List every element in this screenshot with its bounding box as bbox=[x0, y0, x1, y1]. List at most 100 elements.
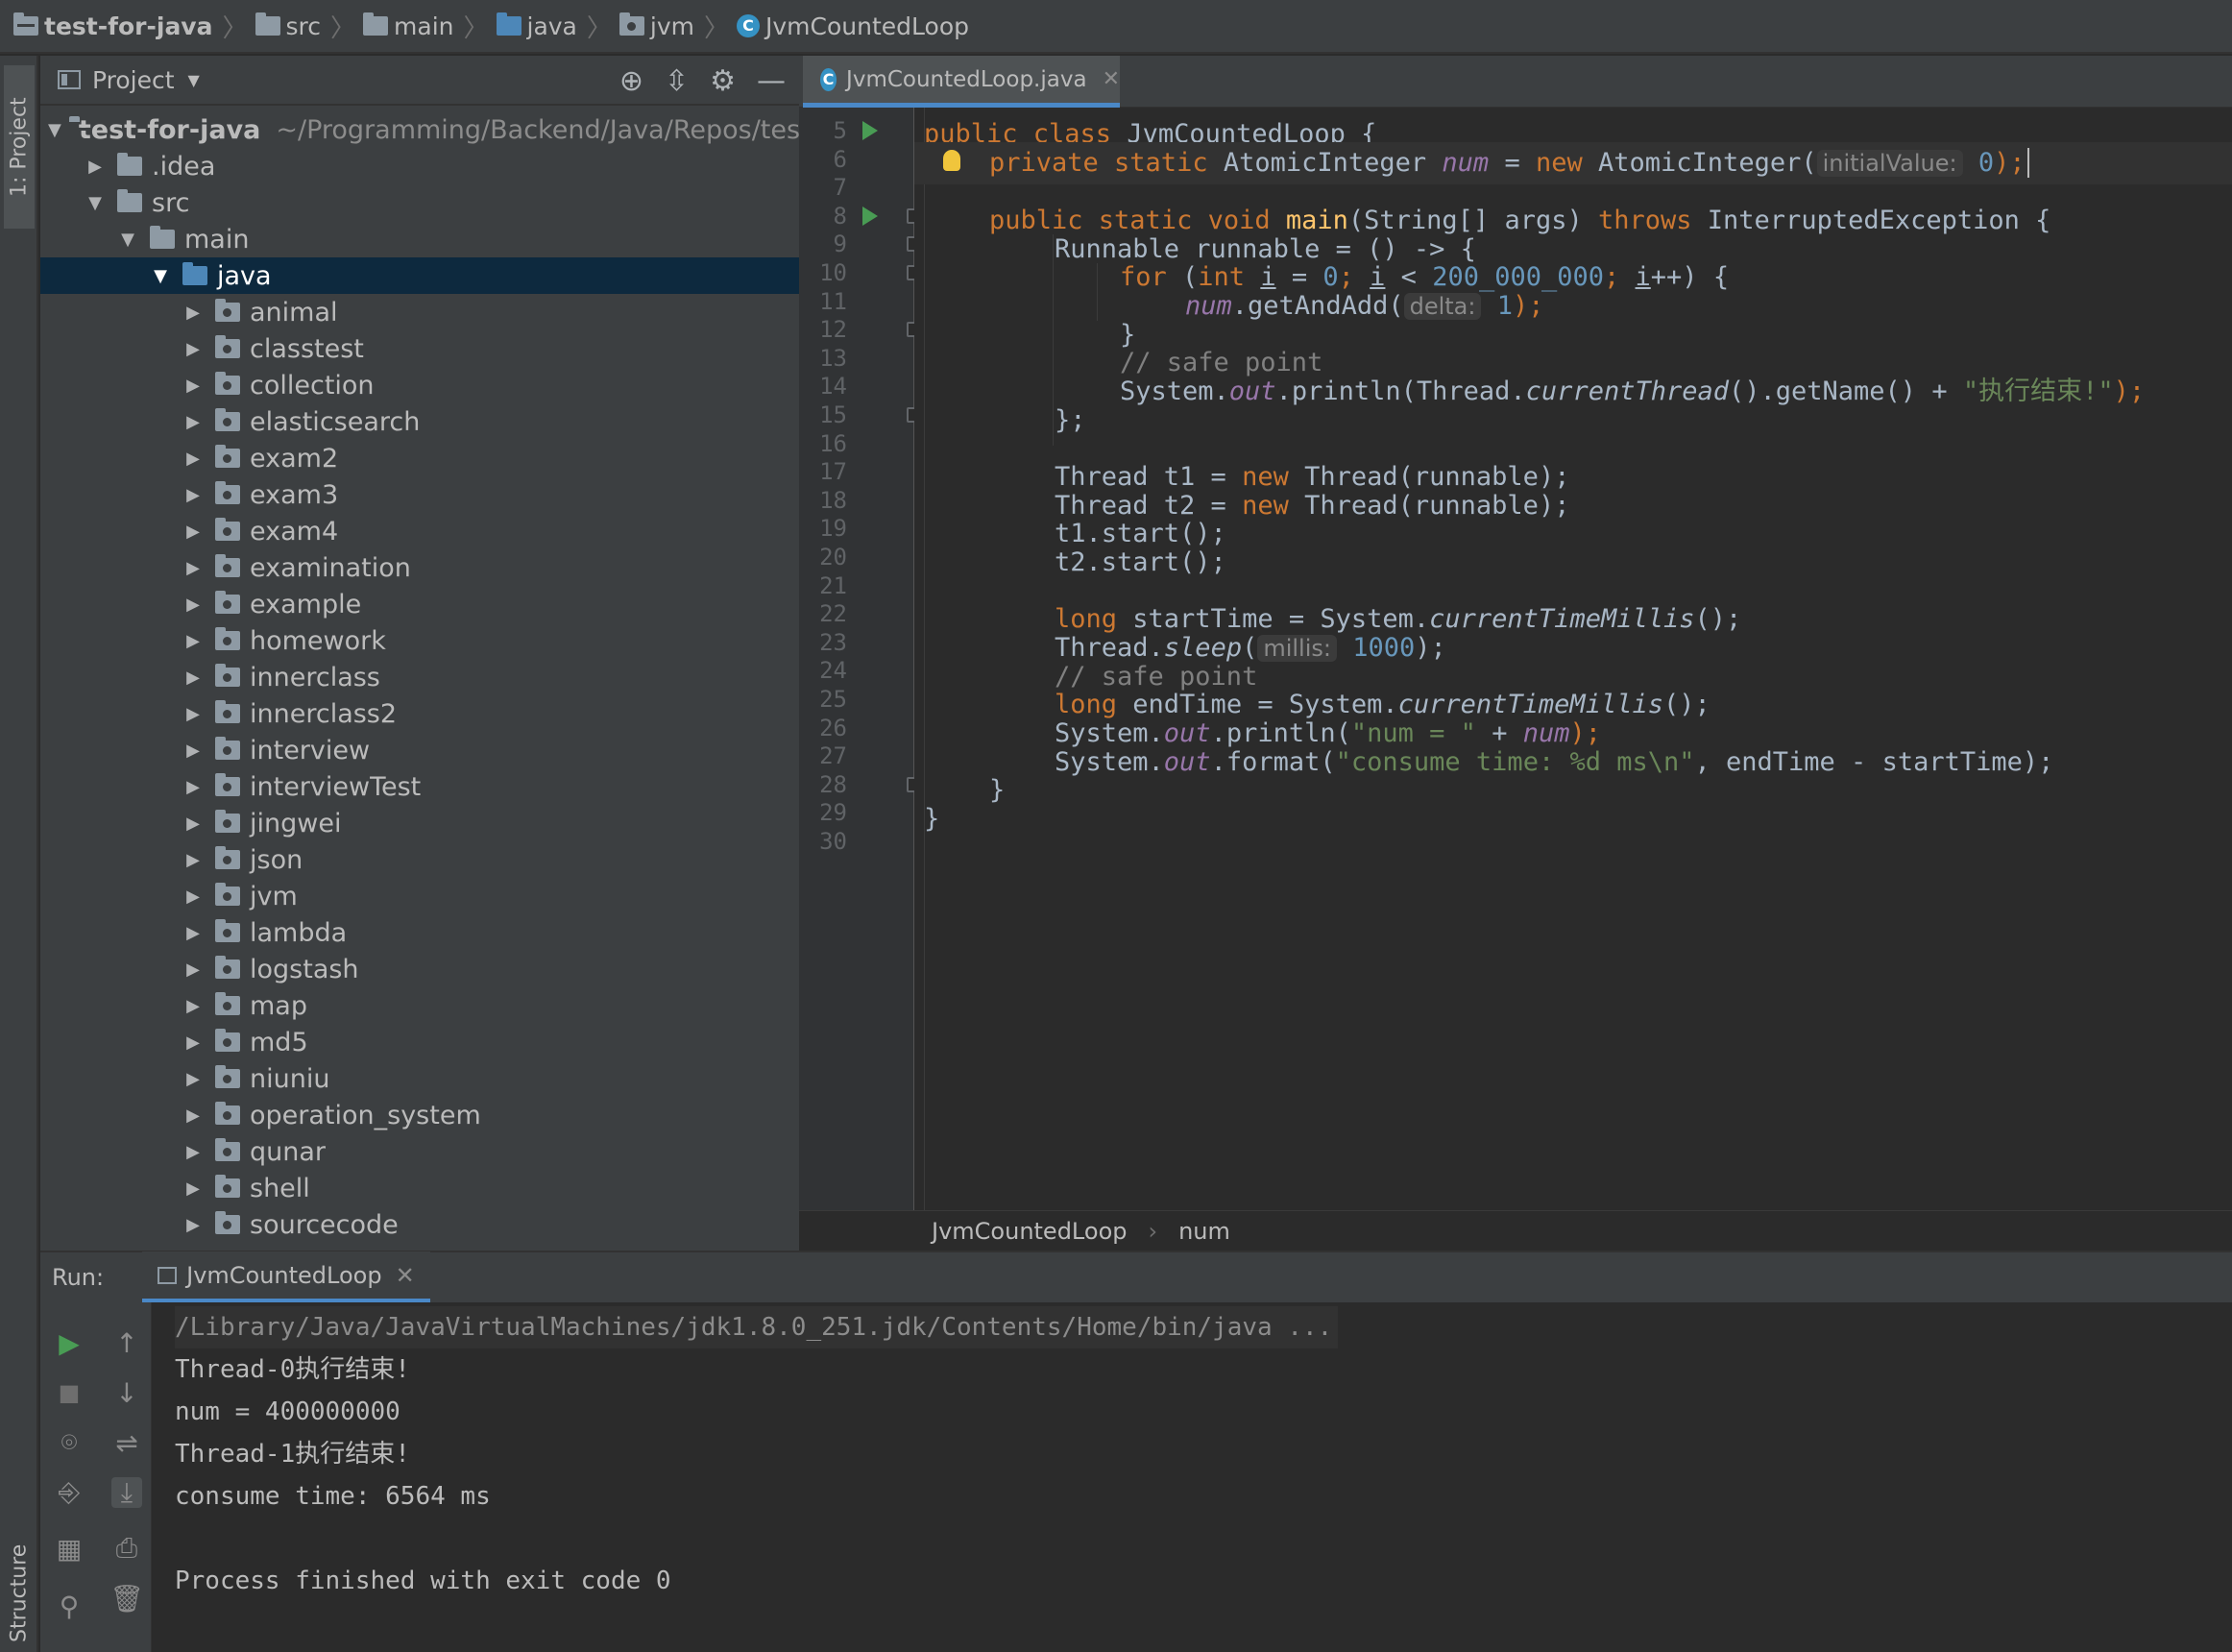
trash-icon[interactable]: 🗑 bbox=[109, 1583, 144, 1615]
editor-breadcrumb-class[interactable]: JvmCountedLoop bbox=[932, 1218, 1127, 1245]
collapsed-arrow-icon[interactable]: ▶ bbox=[179, 1069, 207, 1089]
collapsed-arrow-icon[interactable]: ▶ bbox=[179, 1142, 207, 1162]
tree-item-package[interactable]: ▶ sourcecode bbox=[40, 1206, 799, 1243]
console-output[interactable]: /Library/Java/JavaVirtualMachines/jdk1.8… bbox=[152, 1302, 2232, 1652]
tree-item-java[interactable]: ▼ java bbox=[40, 257, 799, 294]
tree-item-package[interactable]: ▶ map bbox=[40, 987, 799, 1024]
collapsed-arrow-icon[interactable]: ▶ bbox=[179, 522, 207, 542]
tree-item-idea[interactable]: ▶ .idea bbox=[40, 148, 799, 184]
collapsed-arrow-icon[interactable]: ▶ bbox=[179, 412, 207, 432]
collapsed-arrow-icon[interactable]: ▶ bbox=[179, 996, 207, 1016]
collapsed-arrow-icon[interactable]: ▶ bbox=[179, 777, 207, 797]
tree-item-package[interactable]: ▶ exam2 bbox=[40, 440, 799, 476]
tree-item-package[interactable]: ▶ collection bbox=[40, 367, 799, 403]
run-tab-jvmcountedloop[interactable]: JvmCountedLoop ✕ bbox=[142, 1251, 430, 1303]
close-icon[interactable]: ✕ bbox=[396, 1262, 415, 1289]
tree-item-package[interactable]: ▶ md5 bbox=[40, 1024, 799, 1060]
exit-icon[interactable]: ⎆ bbox=[54, 1476, 85, 1508]
locate-file-icon[interactable]: ⊕ bbox=[619, 64, 643, 98]
arrow-up-icon[interactable]: ↑ bbox=[111, 1327, 142, 1359]
collapsed-arrow-icon[interactable]: ▶ bbox=[179, 1105, 207, 1126]
tree-item-package[interactable]: ▶ homework bbox=[40, 622, 799, 659]
breadcrumb-project[interactable]: test-for-java bbox=[13, 12, 212, 40]
breadcrumb-main[interactable]: main bbox=[363, 12, 453, 40]
tree-item-package[interactable]: ▶ exam3 bbox=[40, 476, 799, 513]
code-editor[interactable]: public class JvmCountedLoop { private st… bbox=[914, 108, 2232, 1210]
rerun-icon[interactable]: ▶ bbox=[54, 1327, 85, 1359]
tree-item-package[interactable]: ▶ jvm bbox=[40, 878, 799, 914]
tree-item-package[interactable]: ▶ exam4 bbox=[40, 513, 799, 549]
breadcrumb-src[interactable]: src bbox=[255, 12, 321, 40]
collapsed-arrow-icon[interactable]: ▶ bbox=[179, 960, 207, 980]
stop-icon[interactable]: ■ bbox=[54, 1377, 85, 1408]
breadcrumb-class[interactable]: C JvmCountedLoop bbox=[737, 12, 969, 40]
tree-item-package[interactable]: ▶ jingwei bbox=[40, 805, 799, 841]
collapsed-arrow-icon[interactable]: ▶ bbox=[179, 339, 207, 359]
collapsed-arrow-icon[interactable]: ▶ bbox=[179, 923, 207, 943]
tree-item-package[interactable]: ▶ interview bbox=[40, 732, 799, 768]
tree-item-package[interactable]: ▶ qunar bbox=[40, 1133, 799, 1170]
collapsed-arrow-icon[interactable]: ▶ bbox=[179, 1032, 207, 1053]
collapsed-arrow-icon[interactable]: ▶ bbox=[179, 887, 207, 907]
collapsed-arrow-icon[interactable]: ▶ bbox=[179, 485, 207, 505]
gear-icon[interactable]: ⚙ bbox=[710, 64, 736, 98]
tree-item-package[interactable]: ▶ example bbox=[40, 586, 799, 622]
tree-item-package[interactable]: ▶ innerclass2 bbox=[40, 695, 799, 732]
collapsed-arrow-icon[interactable]: ▶ bbox=[179, 595, 207, 615]
tree-item-package[interactable]: ▶ innerclass bbox=[40, 659, 799, 695]
expand-arrow-icon[interactable]: ▼ bbox=[81, 193, 109, 213]
layout-icon[interactable]: ▦ bbox=[54, 1533, 85, 1565]
run-gutter-icon[interactable] bbox=[862, 121, 878, 140]
collapsed-arrow-icon[interactable]: ▶ bbox=[179, 850, 207, 870]
run-gutter-icon[interactable] bbox=[862, 206, 878, 226]
editor-tab-jvmcountedloop[interactable]: C JvmCountedLoop.java ✕ bbox=[803, 56, 1120, 108]
breadcrumb-jvm[interactable]: jvm bbox=[619, 12, 694, 40]
tree-item-package[interactable]: ▶ elasticsearch bbox=[40, 403, 799, 440]
expand-arrow-icon[interactable]: ▼ bbox=[113, 230, 142, 250]
arrow-down-icon[interactable]: ↓ bbox=[111, 1377, 142, 1409]
tree-item-package[interactable]: ▶ logstash bbox=[40, 951, 799, 987]
collapsed-arrow-icon[interactable]: ▶ bbox=[179, 1215, 207, 1235]
tree-item-package[interactable]: ▶ examination bbox=[40, 549, 799, 586]
tree-item-package[interactable]: ▶ interviewTest bbox=[40, 768, 799, 805]
collapsed-arrow-icon[interactable]: ▶ bbox=[179, 814, 207, 834]
collapsed-arrow-icon[interactable]: ▶ bbox=[179, 631, 207, 651]
close-icon[interactable]: ✕ bbox=[1103, 67, 1120, 91]
tree-item-main[interactable]: ▼ main bbox=[40, 221, 799, 257]
tree-item-package[interactable]: ▶ lambda bbox=[40, 914, 799, 951]
tree-item-package[interactable]: ▶ niuniu bbox=[40, 1060, 799, 1097]
minimize-icon[interactable]: — bbox=[757, 64, 786, 98]
collapse-all-icon[interactable]: ⇳ bbox=[665, 64, 689, 98]
chevron-down-icon[interactable]: ▼ bbox=[188, 71, 200, 89]
tree-item-root[interactable]: ▼ test-for-java ~/Programming/Backend/Ja… bbox=[40, 111, 799, 148]
print-icon[interactable]: ⎙ bbox=[111, 1532, 142, 1564]
tree-item-package[interactable]: ▶ operation_system bbox=[40, 1097, 799, 1133]
console-command-line[interactable]: /Library/Java/JavaVirtualMachines/jdk1.8… bbox=[175, 1306, 1339, 1348]
collapsed-arrow-icon[interactable]: ▶ bbox=[179, 558, 207, 578]
collapsed-arrow-icon[interactable]: ▶ bbox=[179, 741, 207, 761]
collapsed-arrow-icon[interactable]: ▶ bbox=[179, 376, 207, 396]
tree-item-package[interactable]: ▶ json bbox=[40, 841, 799, 878]
expand-arrow-icon[interactable]: ▼ bbox=[48, 120, 61, 140]
collapsed-arrow-icon[interactable]: ▶ bbox=[179, 449, 207, 469]
expand-arrow-icon[interactable]: ▼ bbox=[146, 266, 175, 286]
tree-item-src[interactable]: ▼ src bbox=[40, 184, 799, 221]
collapsed-arrow-icon[interactable]: ▶ bbox=[179, 704, 207, 724]
project-view-selector[interactable]: Project bbox=[92, 66, 175, 94]
pin-icon[interactable]: ⚲ bbox=[54, 1591, 85, 1622]
scroll-to-end-icon[interactable]: ⤓ bbox=[111, 1476, 142, 1508]
structure-tool-tab[interactable]: Structure bbox=[4, 1535, 35, 1652]
editor-breadcrumb-field[interactable]: num bbox=[1178, 1218, 1230, 1245]
collapsed-arrow-icon[interactable]: ▶ bbox=[81, 157, 109, 177]
collapsed-arrow-icon[interactable]: ▶ bbox=[179, 303, 207, 323]
tree-item-package[interactable]: ▶ shell bbox=[40, 1170, 799, 1206]
soft-wrap-icon[interactable]: ⇌ bbox=[111, 1427, 142, 1459]
project-tool-tab[interactable]: 1: Project bbox=[4, 65, 35, 229]
lightbulb-icon[interactable] bbox=[943, 150, 960, 171]
collapsed-arrow-icon[interactable]: ▶ bbox=[179, 668, 207, 688]
camera-icon[interactable]: ⌾ bbox=[54, 1426, 85, 1458]
tree-item-package[interactable]: ▶ animal bbox=[40, 294, 799, 330]
breadcrumb-java[interactable]: java bbox=[496, 12, 577, 40]
collapsed-arrow-icon[interactable]: ▶ bbox=[179, 1178, 207, 1199]
tree-item-package[interactable]: ▶ classtest bbox=[40, 330, 799, 367]
